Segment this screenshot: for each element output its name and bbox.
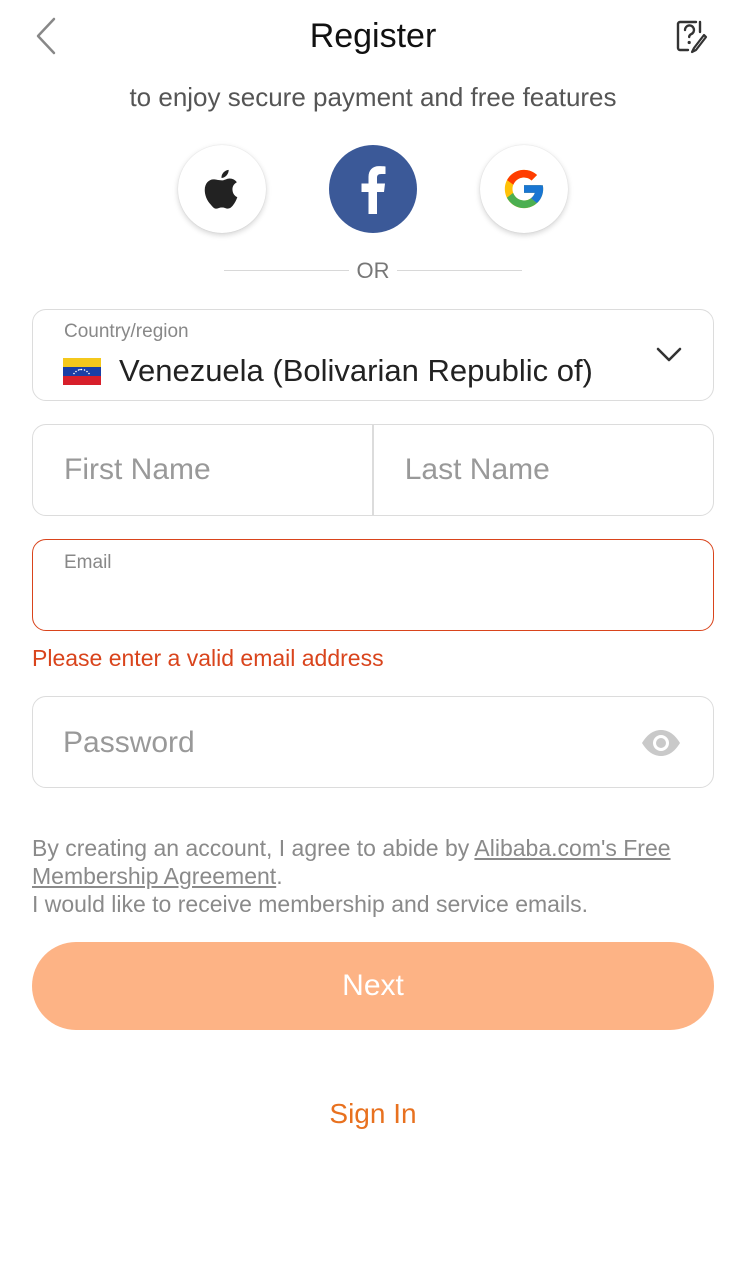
email-error-message: Please enter a valid email address bbox=[32, 645, 384, 671]
help-edit-icon bbox=[676, 20, 708, 54]
country-value: Venezuela (Bolivarian Republic of) bbox=[119, 353, 593, 388]
terms-prefix: By creating an account, I agree to abide… bbox=[32, 835, 475, 861]
email-field[interactable]: Email bbox=[32, 539, 714, 631]
email-input[interactable] bbox=[63, 584, 663, 616]
country-label: Country/region bbox=[64, 321, 189, 342]
venezuela-flag-icon bbox=[63, 358, 101, 385]
page-title: Register bbox=[309, 17, 437, 55]
password-input[interactable] bbox=[63, 721, 623, 765]
terms-suffix: . bbox=[276, 863, 283, 889]
last-name-cell bbox=[374, 425, 713, 515]
next-button[interactable]: Next bbox=[32, 942, 714, 1030]
eye-icon bbox=[642, 730, 680, 756]
or-divider-text: OR bbox=[356, 258, 390, 283]
sign-in-link[interactable]: Sign In bbox=[0, 1097, 746, 1131]
email-label: Email bbox=[64, 552, 112, 573]
subtitle: to enjoy secure payment and free feature… bbox=[129, 82, 617, 112]
chevron-down-icon bbox=[653, 340, 685, 370]
password-field bbox=[32, 696, 714, 788]
help-button[interactable] bbox=[670, 14, 712, 58]
email-consent-text: I would like to receive membership and s… bbox=[32, 891, 589, 917]
name-fields bbox=[32, 424, 714, 516]
password-visibility-toggle[interactable] bbox=[639, 723, 683, 763]
divider-right bbox=[397, 270, 522, 271]
divider-left bbox=[224, 270, 349, 271]
last-name-input[interactable] bbox=[404, 453, 713, 487]
first-name-cell bbox=[33, 425, 373, 515]
country-select[interactable]: Country/region Venezuela (Bolivarian Rep… bbox=[32, 309, 714, 401]
terms-text: By creating an account, I agree to abide… bbox=[32, 834, 722, 918]
facebook-icon bbox=[361, 166, 386, 214]
google-login-button[interactable] bbox=[480, 145, 568, 233]
facebook-login-button[interactable] bbox=[329, 145, 417, 233]
apple-login-button[interactable] bbox=[178, 145, 266, 233]
google-icon bbox=[504, 169, 544, 209]
first-name-input[interactable] bbox=[64, 453, 373, 487]
apple-icon bbox=[204, 169, 238, 209]
